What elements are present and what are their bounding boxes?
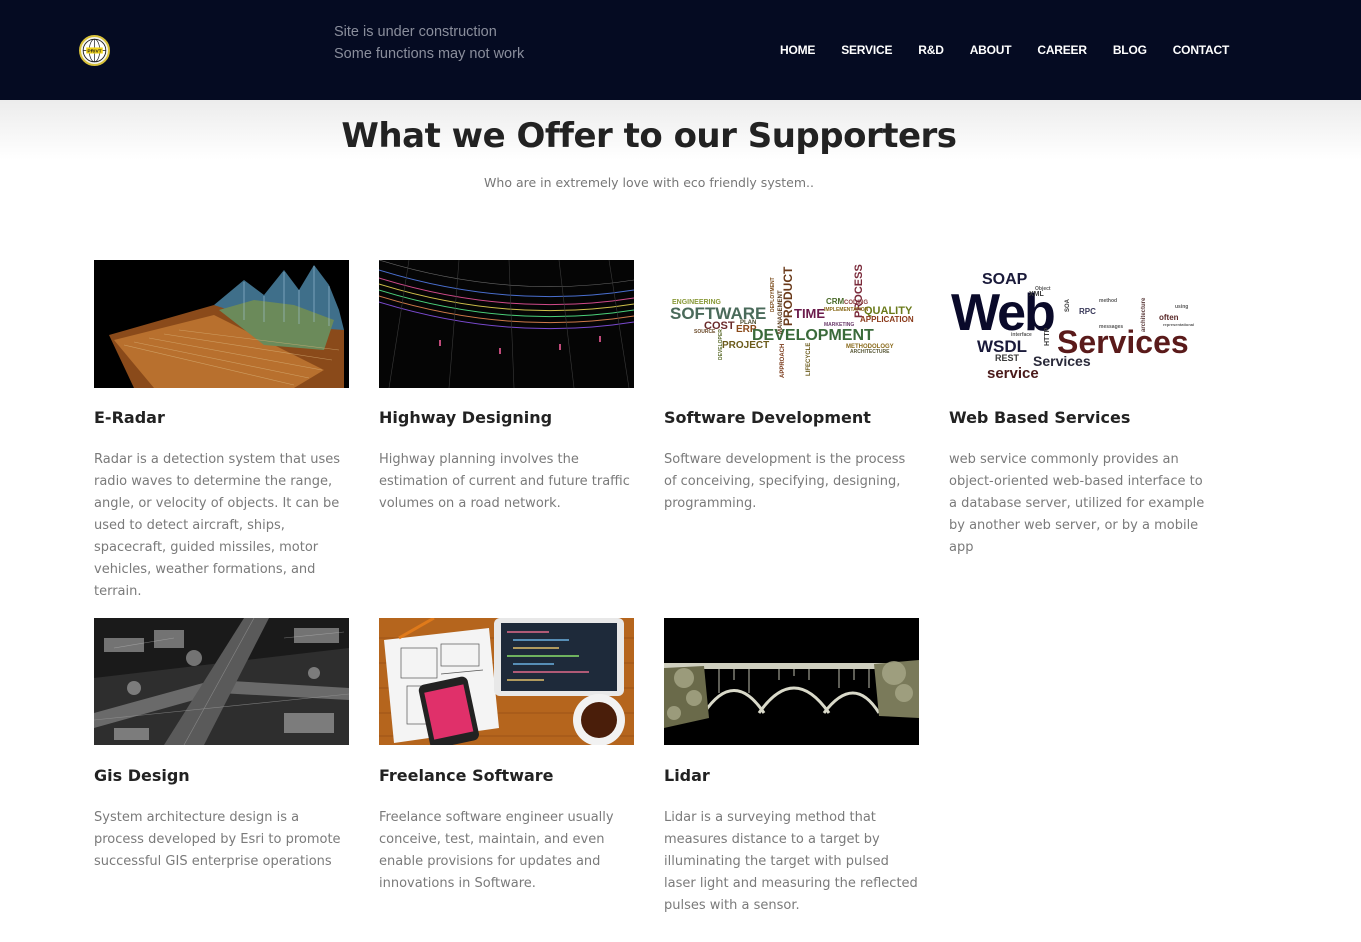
card-description: web service commonly provides an object-… [949, 452, 1205, 555]
cloud-word: messages [1099, 324, 1123, 330]
card-description: Software development is the process of c… [664, 452, 906, 511]
freelance-desk-image[interactable] [379, 618, 634, 745]
cloud-word: Services [1033, 353, 1091, 369]
cloud-word: ARCHITECTURE [850, 349, 890, 355]
top-navbar: PRIVT Site is under construction Some fu… [0, 0, 1361, 100]
service-card-freelance-software[interactable]: Freelance Software Freelance software en… [379, 618, 635, 891]
card-description: System architecture design is a process … [94, 810, 341, 869]
cloud-word: APPROACH [780, 344, 786, 378]
card-description: Freelance software engineer usually conc… [379, 810, 614, 891]
card-title[interactable]: E-Radar [94, 408, 165, 427]
nav-home[interactable]: HOME [780, 42, 815, 58]
card-description: Radar is a detection system that uses ra… [94, 452, 340, 599]
card-title[interactable]: Software Development [664, 408, 871, 427]
card-description: Lidar is a surveying method that measure… [664, 810, 918, 913]
cloud-word: XML [1029, 291, 1045, 298]
nav-career[interactable]: CAREER [1037, 42, 1087, 58]
cloud-word: often [1159, 313, 1179, 322]
card-title[interactable]: Gis Design [94, 766, 190, 785]
nav-service[interactable]: SERVICE [841, 42, 892, 58]
service-card-software-development[interactable]: ENGINEERING SOFTWARE COST ERP PROJECT CR… [664, 260, 920, 511]
main-nav: HOME SERVICE R&D ABOUT CAREER BLOG CONTA… [780, 42, 1229, 58]
card-description: Highway planning involves the estimation… [379, 452, 630, 511]
cloud-word: REST [995, 353, 1020, 363]
cloud-word: Object [1035, 286, 1051, 292]
gis-street-scan-image[interactable] [94, 618, 349, 745]
cloud-word: RPC [1079, 307, 1096, 316]
software-word-cloud-image[interactable]: ENGINEERING SOFTWARE COST ERP PROJECT CR… [664, 260, 919, 388]
section-title: What we Offer to our Supporters [341, 116, 957, 156]
service-card-gis-design[interactable]: Gis Design System architecture design is… [94, 618, 350, 869]
nav-contact[interactable]: CONTACT [1173, 42, 1230, 58]
cloud-word: interface [1011, 332, 1032, 338]
service-card-lidar[interactable]: Lidar Lidar is a surveying method that m… [664, 618, 920, 913]
cloud-word: MARKETING [824, 322, 854, 328]
radar-terrain-image[interactable] [94, 260, 349, 388]
notice-line-1: Site is under construction [334, 24, 497, 40]
cloud-word: SOURCE [694, 329, 716, 335]
cloud-word: HTTP [1044, 327, 1051, 346]
card-title[interactable]: Highway Designing [379, 408, 552, 427]
card-title[interactable]: Lidar [664, 766, 710, 785]
service-card-web-based-services[interactable]: SOAP Web XML RPC WSDL REST Services Serv… [949, 260, 1205, 555]
web-services-word-cloud-image[interactable]: SOAP Web XML RPC WSDL REST Services Serv… [949, 260, 1204, 388]
section-subtitle: Who are in extremely love with eco frien… [484, 175, 814, 190]
cloud-word: LIFECYCLE [806, 343, 812, 376]
cloud-word: method [1099, 298, 1117, 304]
highway-design-image[interactable] [379, 260, 634, 388]
service-card-e-radar[interactable]: E-Radar Radar is a detection system that… [94, 260, 350, 599]
construction-notice: Site is under construction Some function… [334, 21, 524, 65]
nav-about[interactable]: ABOUT [970, 42, 1012, 58]
notice-line-2: Some functions may not work [334, 46, 525, 62]
cloud-word: DEVELOPER [718, 329, 724, 360]
cloud-word: representational [1163, 322, 1194, 327]
company-logo[interactable]: PRIVT [79, 35, 110, 66]
cloud-word: architecture [1141, 297, 1147, 332]
cloud-word: APPLICATION [860, 315, 914, 324]
cloud-word: DEVELOPMENT [752, 327, 874, 344]
cloud-word: service [987, 365, 1039, 382]
nav-blog[interactable]: BLOG [1113, 42, 1147, 58]
lidar-bridge-image[interactable] [664, 618, 919, 745]
nav-rnd[interactable]: R&D [918, 42, 944, 58]
logo-text: PRIVT [87, 48, 101, 54]
card-title[interactable]: Freelance Software [379, 766, 554, 785]
cloud-word: DEPLOYMENT [770, 277, 776, 312]
cloud-word: using [1175, 304, 1188, 310]
service-card-highway-designing[interactable]: Highway Designing Highway planning invol… [379, 260, 635, 511]
cloud-word: PLAN [740, 320, 756, 326]
cloud-word: TIME [794, 306, 825, 321]
cloud-word: CRM [826, 297, 845, 306]
card-title[interactable]: Web Based Services [949, 408, 1130, 427]
cloud-word: MANAGEMENT [778, 290, 784, 334]
cloud-word: SOA [1065, 298, 1071, 312]
cloud-word: IMPLEMENTATION [824, 307, 869, 313]
